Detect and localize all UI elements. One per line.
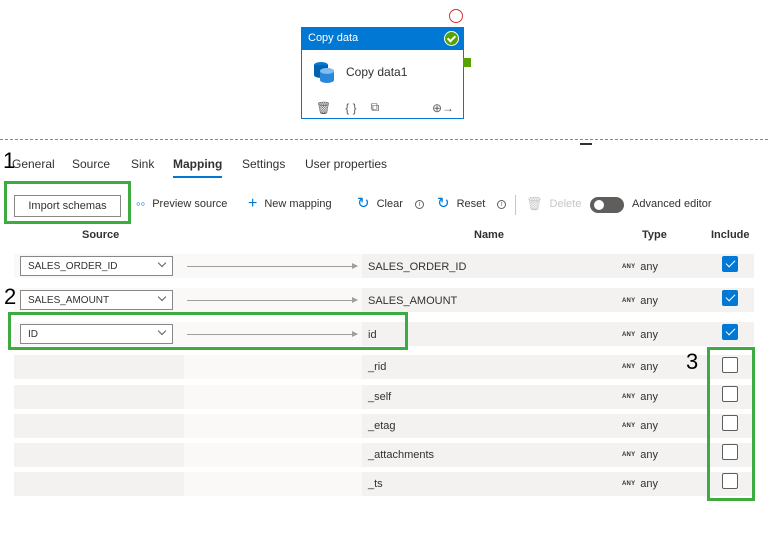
type-cell: ANY any [622, 478, 658, 490]
advanced-editor-label: Advanced editor [632, 198, 712, 210]
type-value: any [640, 391, 659, 403]
column-header-include: Include [711, 229, 750, 241]
breakpoint-indicator[interactable] [449, 9, 463, 23]
destination-name: SALES_AMOUNT [368, 295, 458, 307]
source-column-select[interactable]: SALES_ORDER_ID [20, 256, 173, 276]
type-value: any [640, 261, 659, 273]
activity-name: Copy data1 [346, 65, 408, 79]
type-value: any [640, 361, 659, 373]
select-value: SALES_ORDER_ID [28, 261, 118, 272]
type-value: any [640, 449, 659, 461]
type-cell: ANY any [622, 391, 658, 403]
clear-button[interactable]: ↻ Clear i [357, 195, 424, 212]
annotation-box-import [4, 181, 131, 224]
destination-name: _self [368, 391, 392, 403]
mapping-arrow [187, 297, 358, 303]
annotation-number-3: 3 [686, 349, 699, 374]
activity-type-label: Copy data [308, 32, 359, 44]
tab-mapping[interactable]: Mapping [173, 156, 223, 178]
code-icon[interactable]: { } [345, 101, 356, 115]
advanced-editor-toggle[interactable] [590, 197, 624, 213]
any-type-icon: ANY [622, 364, 636, 370]
destination-name: SALES_ORDER_ID [368, 261, 467, 273]
type-value: any [640, 478, 659, 490]
chevron-down-icon [157, 258, 167, 268]
clone-icon[interactable]: ⧉ [371, 100, 380, 115]
destination-name: _attachments [368, 449, 435, 461]
annotation-number-2: 2 [4, 284, 17, 309]
type-cell: ANY any [622, 361, 658, 373]
annotation-number-1: 1 [3, 148, 16, 173]
annotation-box-id-mapping [8, 312, 408, 350]
type-value: any [640, 329, 659, 341]
destination-name: _etag [368, 420, 396, 432]
destination-name: _ts [368, 478, 383, 490]
any-type-icon: ANY [622, 332, 636, 338]
advanced-editor-label-wrap: Advanced editor [632, 198, 712, 210]
annotation-box-include [707, 347, 755, 501]
reset-label: Reset [456, 198, 486, 210]
include-checkbox[interactable] [722, 324, 738, 340]
info-icon[interactable]: i [497, 199, 507, 209]
new-mapping-button[interactable]: + New mapping [248, 195, 332, 212]
plus-icon: + [248, 195, 258, 212]
include-checkbox[interactable] [722, 290, 738, 306]
type-cell: ANY any [622, 420, 658, 432]
preview-source-label: Preview source [152, 198, 228, 210]
select-value: SALES_AMOUNT [28, 295, 110, 306]
delete-icon[interactable]: 🗑 [316, 101, 331, 115]
properties-tabs: General Source Sink Mapping Settings Use… [0, 156, 768, 178]
reset-icon: ↻ [437, 195, 450, 212]
activity-footer: 🗑 { } ⧉ ⊕→ [316, 100, 454, 115]
tab-settings[interactable]: Settings [242, 156, 285, 172]
trash-icon: 🗑 [526, 196, 543, 211]
mapping-arrow [187, 263, 358, 269]
activity-header: Copy data [302, 28, 463, 50]
destination-name: _rid [368, 361, 387, 373]
delete-label: Delete [549, 198, 582, 210]
output-handle[interactable] [463, 58, 471, 67]
any-type-icon: ANY [622, 452, 636, 458]
tab-user-properties[interactable]: User properties [305, 156, 387, 172]
copy-data-activity[interactable]: Copy data Copy data1 🗑 { } ⧉ ⊕→ [301, 27, 464, 119]
connect-icon[interactable]: ⊕→ [432, 101, 454, 115]
any-type-icon: ANY [622, 481, 636, 487]
info-icon[interactable]: i [414, 199, 424, 209]
type-value: any [640, 295, 659, 307]
clear-label: Clear [376, 198, 403, 210]
type-cell: ANY any [622, 261, 658, 273]
any-type-icon: ANY [622, 298, 636, 304]
any-type-icon: ANY [622, 264, 636, 270]
tab-sink[interactable]: Sink [131, 156, 154, 172]
tab-source[interactable]: Source [72, 156, 110, 172]
chevron-down-icon [157, 292, 167, 302]
type-cell: ANY any [622, 329, 658, 341]
reset-button[interactable]: ↻ Reset i [437, 195, 507, 212]
refresh-icon: ↻ [357, 195, 370, 212]
type-value: any [640, 420, 659, 432]
copy-data-icon [314, 62, 334, 83]
source-column-select[interactable]: SALES_AMOUNT [20, 290, 173, 310]
include-checkbox[interactable] [722, 256, 738, 272]
column-header-source: Source [82, 229, 120, 241]
glasses-icon: ◦◦ [136, 196, 146, 211]
column-header-name: Name [474, 229, 504, 241]
tab-general[interactable]: General [12, 156, 55, 172]
new-mapping-label: New mapping [264, 198, 332, 210]
toolbar-separator [515, 195, 516, 215]
any-type-icon: ANY [622, 423, 636, 429]
preview-source-button[interactable]: ◦◦ Preview source [136, 196, 228, 211]
delete-button[interactable]: 🗑 Delete [526, 196, 582, 211]
panel-splitter[interactable] [580, 143, 592, 145]
column-header-type: Type [642, 229, 667, 241]
type-cell: ANY any [622, 295, 658, 307]
success-check-icon [444, 31, 459, 46]
panel-divider [0, 139, 768, 140]
type-cell: ANY any [622, 449, 658, 461]
any-type-icon: ANY [622, 394, 636, 400]
activity-body: Copy data1 [312, 60, 407, 84]
